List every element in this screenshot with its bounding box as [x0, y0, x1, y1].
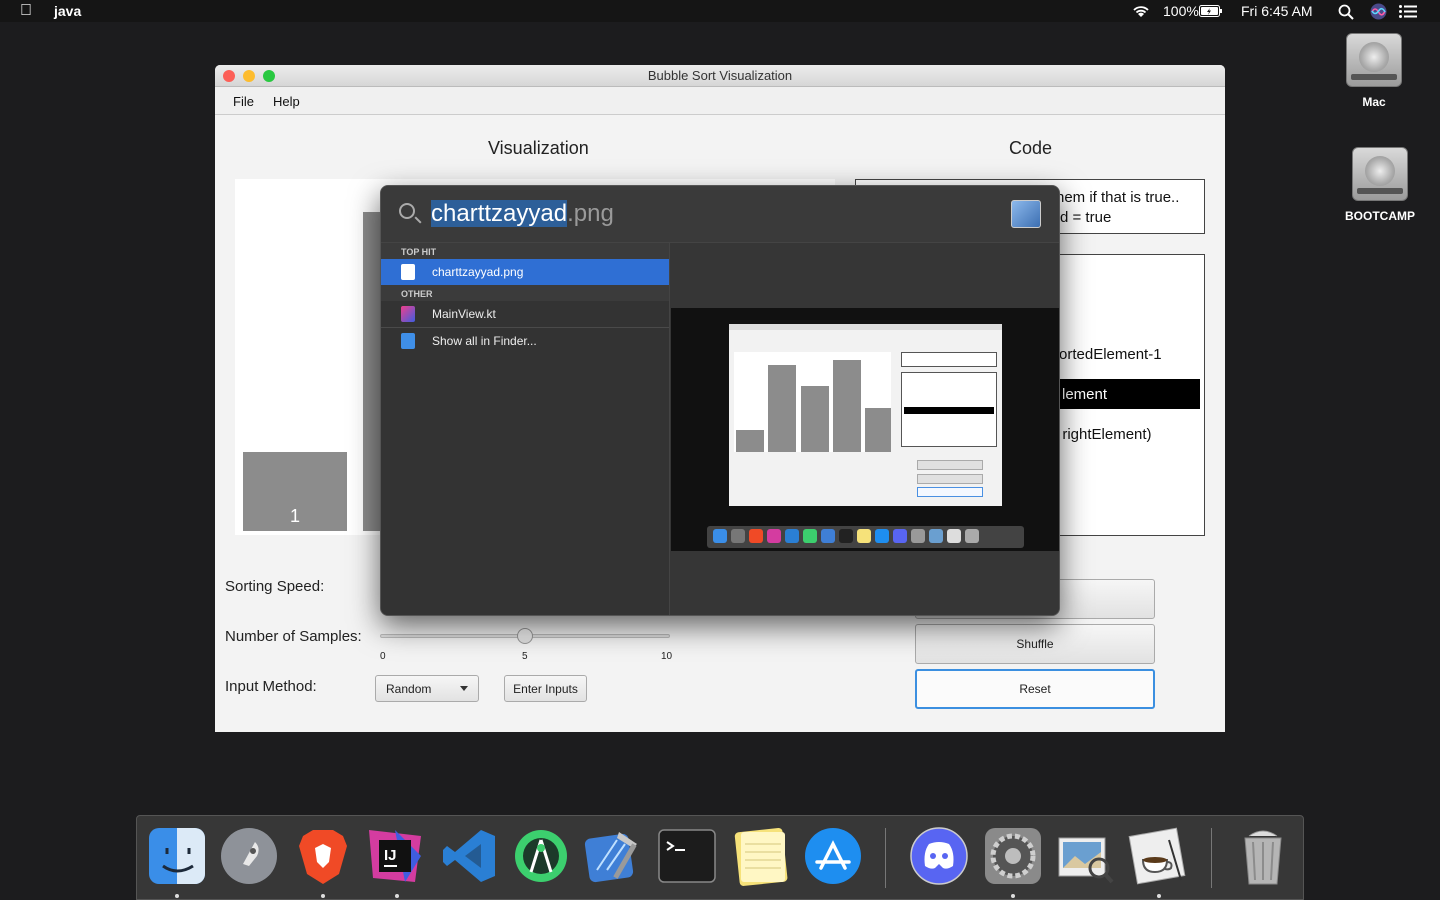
sorting-speed-label: Sorting Speed:	[225, 578, 325, 595]
code-line: , rightElement)	[1054, 426, 1152, 443]
spotlight-results: TOP HIT charttzayyad.png OTHER MainView.…	[381, 243, 670, 615]
bar-label: 1	[289, 506, 300, 526]
result-top-hit[interactable]: charttzayyad.png	[381, 259, 669, 285]
input-method-combobox[interactable]: Random	[375, 675, 479, 702]
top-hit-header: TOP HIT	[381, 243, 669, 259]
finder-icon	[401, 332, 415, 349]
result-label: MainView.kt	[432, 307, 496, 321]
slider-tick: 10	[661, 651, 673, 662]
code-line: ortedElement-1	[1059, 346, 1162, 363]
shuffle-button[interactable]: Shuffle	[915, 624, 1155, 664]
preview-chart-area	[734, 352, 891, 452]
running-indicator	[395, 894, 399, 898]
preview-screenshot	[671, 308, 1059, 551]
kotlin-file-icon	[401, 306, 415, 322]
number-of-samples-label: Number of Samples:	[225, 628, 362, 645]
app-menu-name[interactable]: java	[54, 3, 81, 19]
finder-icon[interactable]	[147, 826, 207, 886]
menu-help[interactable]: Help	[263, 87, 309, 114]
samples-slider-thumb[interactable]	[517, 628, 533, 644]
xcode-icon[interactable]	[583, 826, 643, 886]
desktop-drive-mac[interactable]: Mac	[1334, 33, 1414, 109]
window-titlebar[interactable]: Bubble Sort Visualization	[215, 65, 1225, 87]
svg-text:IJ: IJ	[384, 847, 397, 864]
launchpad-icon[interactable]	[219, 826, 279, 886]
spotlight-preview	[670, 243, 1059, 615]
terminal-icon[interactable]	[657, 826, 717, 886]
query-selected-text: charttzayyad	[431, 200, 568, 227]
visualization-heading: Visualization	[488, 138, 589, 158]
reset-button[interactable]: Reset	[915, 669, 1155, 709]
menubar-clock[interactable]: Fri 6:45 AM	[1241, 3, 1313, 19]
code-line-highlighted: lement	[1056, 379, 1200, 409]
status-line: d = true	[1060, 209, 1112, 226]
intellij-icon[interactable]: IJ	[365, 826, 425, 886]
battery-percent: 100%	[1163, 3, 1199, 19]
search-icon	[399, 203, 415, 219]
combobox-value: Random	[386, 681, 432, 696]
sort-bar: 1	[243, 452, 347, 531]
hard-drive-icon	[1352, 147, 1408, 201]
running-indicator	[175, 894, 179, 898]
menu-bar:  java 100% Fri 6:45 AM	[0, 0, 1440, 22]
spotlight-query[interactable]: charttzayyad.png	[431, 200, 614, 228]
discord-icon[interactable]	[909, 826, 969, 886]
vscode-icon[interactable]	[439, 826, 499, 886]
code-heading: Code	[1009, 138, 1053, 158]
preview-dock	[707, 526, 1024, 548]
preview-app-icon	[1011, 200, 1041, 228]
system-preferences-icon[interactable]	[983, 826, 1043, 886]
spotlight-panel: charttzayyad.png TOP HIT charttzayyad.pn…	[380, 185, 1060, 616]
java-icon[interactable]	[1127, 826, 1187, 886]
window-title: Bubble Sort Visualization	[647, 68, 793, 83]
slider-tick: 5	[522, 651, 528, 662]
other-header: OTHER	[381, 285, 669, 301]
result-show-all-finder[interactable]: Show all in Finder...	[381, 327, 669, 353]
enter-inputs-button[interactable]: Enter Inputs	[504, 675, 587, 702]
result-label: Show all in Finder...	[432, 333, 537, 348]
preview-window	[729, 324, 1002, 506]
brave-icon[interactable]	[293, 826, 353, 886]
running-indicator	[1157, 894, 1161, 898]
input-method-label: Input Method:	[225, 678, 317, 695]
dock-separator	[1211, 828, 1212, 888]
siri-icon[interactable]	[1370, 3, 1387, 20]
running-indicator	[321, 894, 325, 898]
desktop-icon-label: BOOTCAMP	[1345, 209, 1415, 223]
menu-file[interactable]: File	[215, 87, 263, 114]
status-line: hem if that is true..	[1056, 189, 1180, 206]
running-indicator	[1011, 894, 1015, 898]
spotlight-search-field[interactable]: charttzayyad.png	[381, 186, 1059, 243]
trash-icon[interactable]	[1233, 826, 1293, 886]
query-suffix: .png	[567, 200, 614, 227]
desktop-icon-label: Mac	[1362, 95, 1386, 109]
minimize-button[interactable]	[243, 70, 255, 82]
apple-menu-icon[interactable]: 	[20, 2, 32, 20]
preview-icon[interactable]	[1055, 826, 1115, 886]
battery-icon[interactable]	[1199, 5, 1223, 17]
android-studio-icon[interactable]	[511, 826, 571, 886]
desktop-drive-bootcamp[interactable]: BOOTCAMP	[1340, 147, 1420, 223]
close-button[interactable]	[223, 70, 235, 82]
dock: IJ	[136, 815, 1304, 900]
spotlight-search-icon[interactable]	[1338, 4, 1354, 20]
dock-separator	[885, 828, 886, 888]
notification-center-icon[interactable]	[1399, 5, 1417, 18]
hard-drive-icon	[1346, 33, 1402, 87]
wifi-icon[interactable]	[1131, 4, 1151, 18]
slider-tick: 0	[380, 651, 386, 662]
result-label: charttzayyad.png	[432, 265, 524, 279]
dropdown-arrow-icon	[460, 686, 468, 691]
result-mainview[interactable]: MainView.kt	[381, 301, 669, 327]
notes-icon[interactable]	[731, 826, 791, 886]
png-file-icon	[401, 264, 415, 280]
app-store-icon[interactable]	[803, 826, 863, 886]
app-menubar: File Help	[215, 87, 1225, 115]
zoom-button[interactable]	[263, 70, 275, 82]
